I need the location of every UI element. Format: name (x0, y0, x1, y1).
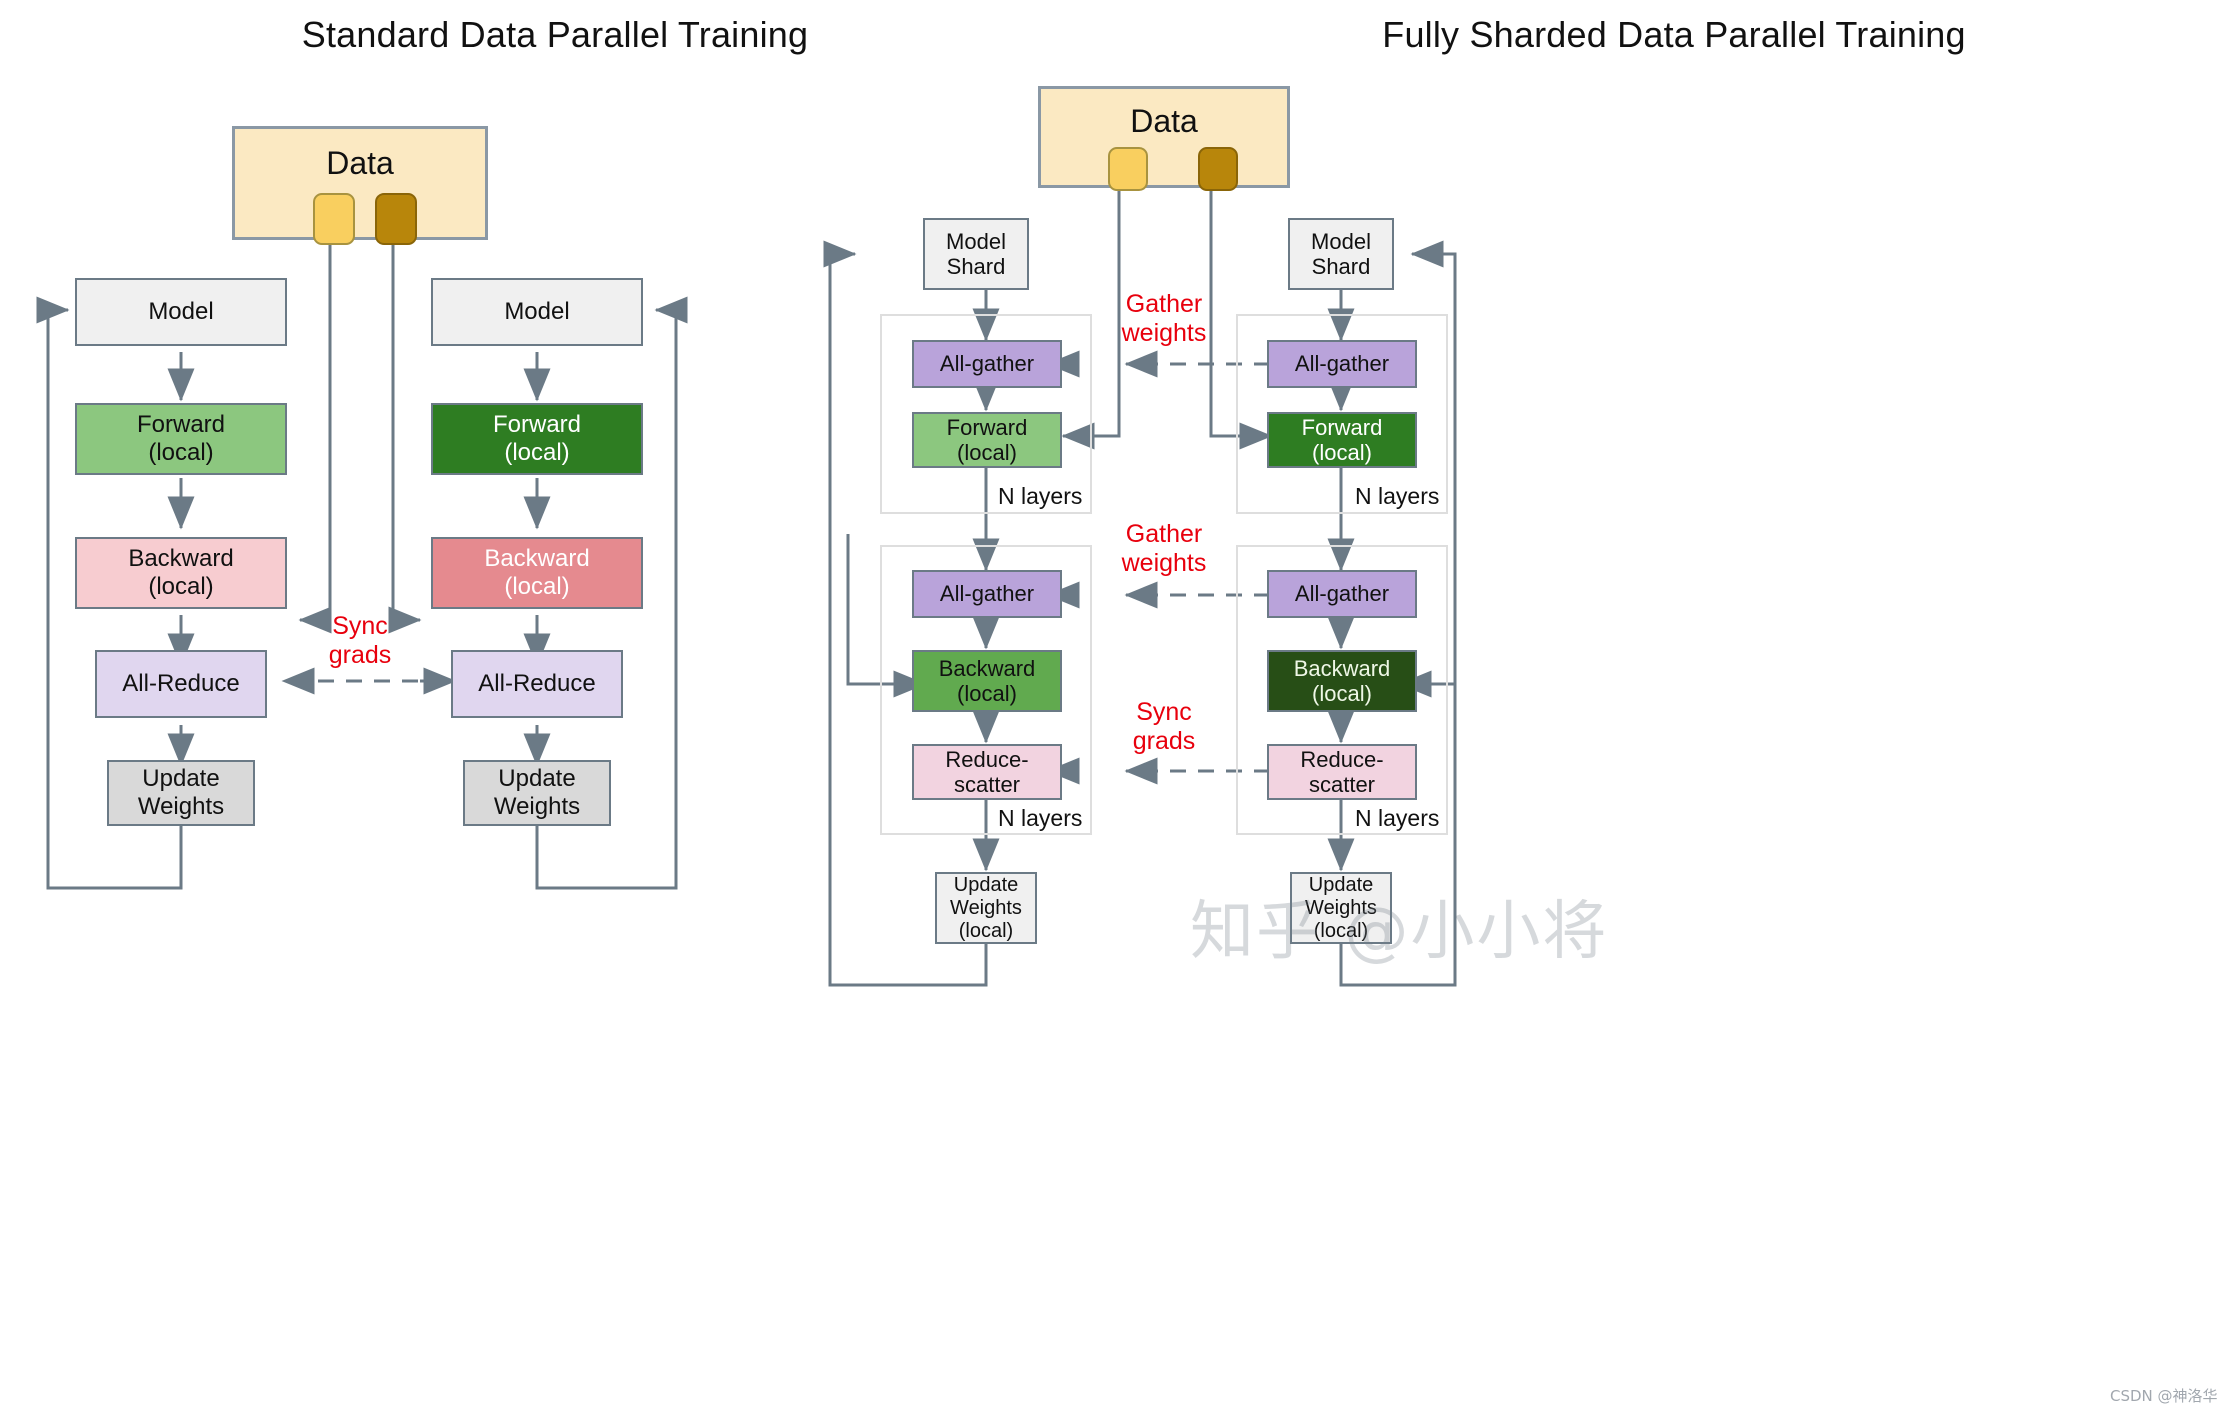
node-sublabel: Shard (1311, 254, 1371, 279)
node-forward-worker-0[interactable]: Forward (local) (75, 403, 287, 475)
n-layers-label-1-worker-1: N layers (1355, 483, 1440, 509)
annotation-sync-grads-left: Sync grads (300, 612, 420, 670)
node-model-worker-1[interactable]: Model (431, 278, 643, 346)
annotation-line1: Gather (1125, 520, 1203, 548)
node-forward-worker-1[interactable]: Forward (local) (431, 403, 643, 475)
node-label: Forward (1301, 414, 1383, 440)
annotation-line1: Sync (332, 612, 388, 640)
shard-chip-light (313, 193, 355, 245)
node-sublabel: (local) (504, 439, 570, 466)
node-backward-worker-1[interactable]: Backward (local) (1267, 650, 1417, 712)
node-model-worker-0[interactable]: Model (75, 278, 287, 346)
shard-chip-dark (375, 193, 417, 245)
node-label: Update (953, 873, 1019, 896)
node-sublabel: (local) (148, 573, 214, 600)
node-all-gather-1-worker-0[interactable]: All-gather (912, 340, 1062, 388)
node-all-gather-2-worker-0[interactable]: All-gather (912, 570, 1062, 618)
node-reduce-scatter-worker-1[interactable]: Reduce- scatter (1267, 744, 1417, 800)
data-box-right: Data (1038, 86, 1290, 191)
n-layers-label-2-worker-0: N layers (998, 805, 1083, 831)
node-sublabel: Shard (946, 254, 1006, 279)
data-box-left: Data (232, 126, 488, 245)
shard-chip-dark (1198, 147, 1238, 191)
fully-sharded-data-parallel-panel: Fully Sharded Data Parallel Training Dat… (823, 0, 2238, 1420)
n-layers-label-1-worker-0: N layers (998, 483, 1083, 509)
node-all-reduce-worker-0[interactable]: All-Reduce (95, 650, 267, 718)
node-sublabel: Weights (1305, 896, 1377, 919)
node-sublabel: (local) (504, 573, 570, 600)
node-backward-worker-0[interactable]: Backward (local) (75, 537, 287, 609)
node-label: All-Reduce (122, 670, 240, 698)
node-sublabel: Weights (950, 896, 1022, 919)
node-sublabel: scatter (953, 772, 1021, 797)
annotation-sync-grads-right: Sync grads (1104, 698, 1224, 756)
node-label: Model (504, 298, 570, 326)
node-label: All-gather (1294, 351, 1390, 377)
node-sublabel: (local) (1312, 681, 1372, 706)
node-forward-worker-0[interactable]: Forward (local) (912, 412, 1062, 468)
node-sublabel: scatter (1308, 772, 1376, 797)
node-label: Forward (136, 411, 226, 439)
shard-chip-light (1108, 147, 1148, 191)
node-sublabel: Weights (137, 793, 225, 820)
data-box-label: Data (326, 145, 394, 181)
annotation-line2: weights (1121, 548, 1207, 577)
node-sublabel: (local) (957, 681, 1017, 706)
node-label: Reduce- (945, 746, 1029, 772)
node-update-weights-worker-1[interactable]: Update Weights (local) (1290, 872, 1392, 944)
watermark-csdn: CSDN @神洛华 (2110, 1387, 2218, 1405)
node-reduce-scatter-worker-0[interactable]: Reduce- scatter (912, 744, 1062, 800)
node-label: All-Reduce (478, 670, 596, 698)
node-backward-worker-1[interactable]: Backward (local) (431, 537, 643, 609)
node-label: Backward (938, 655, 1036, 681)
node-update-weights-worker-0[interactable]: Update Weights (local) (935, 872, 1037, 944)
node-label: All-gather (939, 581, 1035, 607)
node-label: Forward (946, 414, 1028, 440)
node-label: Update (1308, 873, 1374, 896)
node-label: Forward (492, 411, 582, 439)
node-label: Model (148, 298, 214, 326)
node-sublabel-2: (local) (958, 919, 1014, 942)
node-backward-worker-0[interactable]: Backward (local) (912, 650, 1062, 712)
node-label: Backward (128, 545, 234, 573)
node-sublabel: (local) (957, 440, 1017, 465)
node-all-gather-1-worker-1[interactable]: All-gather (1267, 340, 1417, 388)
node-label: Reduce- (1300, 746, 1384, 772)
annotation-gather-weights-2: Gather weights (1104, 520, 1224, 578)
annotation-line1: Gather (1125, 290, 1203, 318)
node-sublabel: (local) (148, 439, 214, 466)
node-label: Update (142, 765, 220, 793)
node-update-weights-worker-1[interactable]: Update Weights (463, 760, 611, 826)
node-label: All-gather (939, 351, 1035, 377)
node-all-reduce-worker-1[interactable]: All-Reduce (451, 650, 623, 718)
annotation-line2: grads (1132, 726, 1196, 755)
annotation-line2: weights (1121, 318, 1207, 347)
annotation-line2: grads (328, 640, 392, 669)
node-label: Update (498, 765, 576, 793)
node-model-shard-worker-0[interactable]: Model Shard (923, 218, 1029, 290)
n-layers-label-2-worker-1: N layers (1355, 805, 1440, 831)
node-label: Backward (1293, 655, 1391, 681)
node-update-weights-worker-0[interactable]: Update Weights (107, 760, 255, 826)
data-box-label: Data (1130, 103, 1198, 139)
node-label: Model (946, 228, 1006, 254)
node-sublabel-2: (local) (1313, 919, 1369, 942)
annotation-gather-weights-1: Gather weights (1104, 290, 1224, 348)
node-label: Backward (484, 545, 590, 573)
node-label: All-gather (1294, 581, 1390, 607)
node-sublabel: (local) (1312, 440, 1372, 465)
node-all-gather-2-worker-1[interactable]: All-gather (1267, 570, 1417, 618)
node-label: Model (1311, 228, 1371, 254)
node-model-shard-worker-1[interactable]: Model Shard (1288, 218, 1394, 290)
annotation-line1: Sync (1136, 698, 1192, 726)
node-sublabel: Weights (493, 793, 581, 820)
node-forward-worker-1[interactable]: Forward (local) (1267, 412, 1417, 468)
